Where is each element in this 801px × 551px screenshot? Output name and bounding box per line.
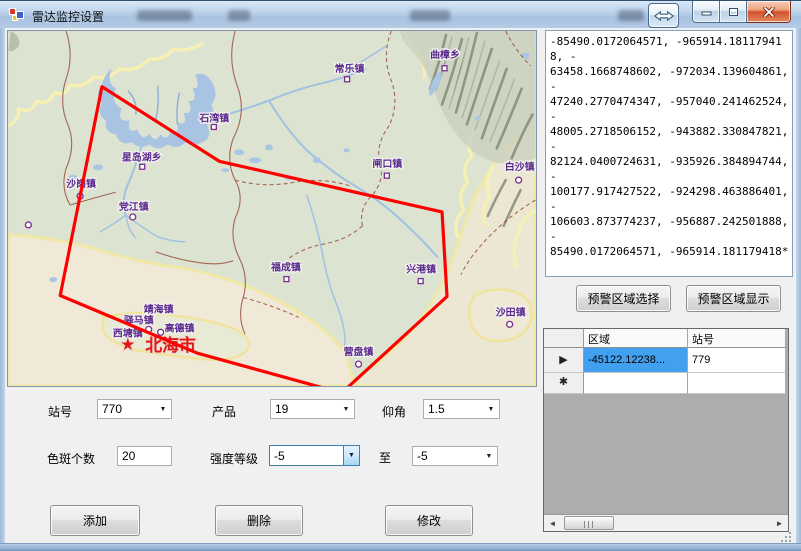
glass-blur-text — [228, 10, 250, 21]
map-view[interactable]: 常乐镇 曲樟乡 石湾镇 星岛湖乡 沙岗镇 党江镇 闸口镇 白沙镇 福成镇 兴港镇… — [7, 30, 537, 387]
chevron-down-icon[interactable]: ▼ — [343, 446, 359, 465]
cell-area-empty[interactable] — [584, 373, 688, 394]
town-label: 高德镇 — [165, 321, 195, 334]
city-star-icon: ★ — [120, 335, 135, 354]
minimize-icon — [701, 7, 712, 16]
table-new-row[interactable]: ✱ — [544, 373, 788, 394]
city-label: 北海市 — [145, 335, 196, 355]
warning-area-select-button[interactable]: 预警区域选择 — [576, 285, 671, 312]
row-current-indicator: ▶ — [544, 348, 584, 373]
glass-blur-text — [137, 10, 192, 21]
town-label: 曲樟乡 — [430, 48, 460, 61]
warning-area-grid[interactable]: 区域 站号 ▶ -45122.12238... 779 ✱ ◄ ► — [543, 328, 789, 532]
town-label: 闸口镇 — [372, 157, 402, 170]
spot-count-label: 色斑个数 — [47, 450, 95, 467]
maximize-icon — [728, 7, 739, 17]
town-label: 福成镇 — [270, 261, 301, 274]
glass-blur-text — [618, 10, 644, 21]
grid-empty-area — [544, 394, 788, 495]
town-label: 靖海镇 — [144, 302, 174, 315]
window-border-bottom — [0, 543, 801, 551]
double-arrow-icon — [653, 10, 675, 22]
elevation-combobox[interactable]: 1.5 ▼ — [423, 399, 500, 419]
delete-button[interactable]: 删除 — [215, 505, 303, 536]
window-border-right — [796, 28, 801, 543]
radar-settings-window: 雷达监控设置 — [0, 0, 801, 551]
station-label: 站号 — [48, 403, 72, 420]
intensity-from-combobox[interactable]: -5 ▼ — [269, 445, 360, 466]
cell-station[interactable]: 779 — [688, 348, 786, 373]
scrollbar-thumb[interactable] — [564, 516, 614, 530]
coordinates-textbox[interactable]: -85490.0172064571, -965914.181179418, - … — [545, 30, 793, 277]
glass-blur-text — [410, 10, 450, 21]
add-button[interactable]: 添加 — [50, 505, 140, 536]
window-title: 雷达监控设置 — [32, 8, 104, 25]
grid-header-row: 区域 站号 — [544, 329, 788, 348]
elevation-label: 仰角 — [382, 403, 406, 420]
close-button[interactable] — [747, 1, 791, 23]
minimize-button[interactable] — [692, 1, 719, 23]
cell-area[interactable]: -45122.12238... — [584, 348, 688, 373]
intensity-label: 强度等级 — [210, 450, 258, 467]
modify-button[interactable]: 修改 — [385, 505, 473, 536]
table-row[interactable]: ▶ -45122.12238... 779 — [544, 348, 788, 373]
new-row-indicator: ✱ — [544, 373, 584, 394]
town-label: 白沙镇 — [505, 160, 535, 173]
town-label: 常乐镇 — [335, 62, 365, 75]
resize-grip[interactable] — [781, 532, 792, 543]
town-label: 沙田镇 — [496, 305, 526, 318]
window-border-left — [0, 28, 5, 543]
cell-station-empty[interactable] — [688, 373, 786, 394]
maximize-button[interactable] — [719, 1, 747, 23]
town-label: 石湾镇 — [198, 111, 229, 124]
product-combobox[interactable]: 19 ▼ — [270, 399, 355, 419]
chevron-down-icon[interactable]: ▼ — [481, 447, 497, 465]
window-switcher-button[interactable] — [648, 3, 679, 28]
grid-header-station[interactable]: 站号 — [688, 329, 786, 348]
grid-horizontal-scrollbar[interactable]: ◄ ► — [544, 514, 788, 531]
titlebar[interactable]: 雷达监控设置 — [0, 0, 801, 28]
spot-count-input[interactable]: 20 — [117, 446, 172, 466]
grid-corner-cell — [544, 329, 584, 348]
product-label: 产品 — [212, 403, 236, 420]
close-icon — [763, 7, 775, 17]
warning-area-display-button[interactable]: 预警区域显示 — [686, 285, 781, 312]
caption-buttons — [692, 1, 791, 23]
town-label: 星岛湖乡 — [122, 150, 162, 163]
chevron-down-icon[interactable]: ▼ — [483, 400, 499, 418]
town-label: 党江镇 — [119, 200, 149, 213]
scroll-right-icon[interactable]: ► — [771, 515, 788, 531]
intensity-to-combobox[interactable]: -5 ▼ — [412, 446, 498, 466]
grid-header-area[interactable]: 区域 — [584, 329, 688, 348]
to-label: 至 — [379, 449, 391, 466]
chevron-down-icon[interactable]: ▼ — [155, 400, 171, 418]
town-label: 兴港镇 — [406, 263, 436, 276]
station-combobox[interactable]: 770 ▼ — [97, 399, 172, 419]
chevron-down-icon[interactable]: ▼ — [338, 400, 354, 418]
scroll-left-icon[interactable]: ◄ — [544, 515, 561, 531]
app-icon — [9, 7, 25, 23]
town-label: 营盘镇 — [344, 345, 374, 358]
